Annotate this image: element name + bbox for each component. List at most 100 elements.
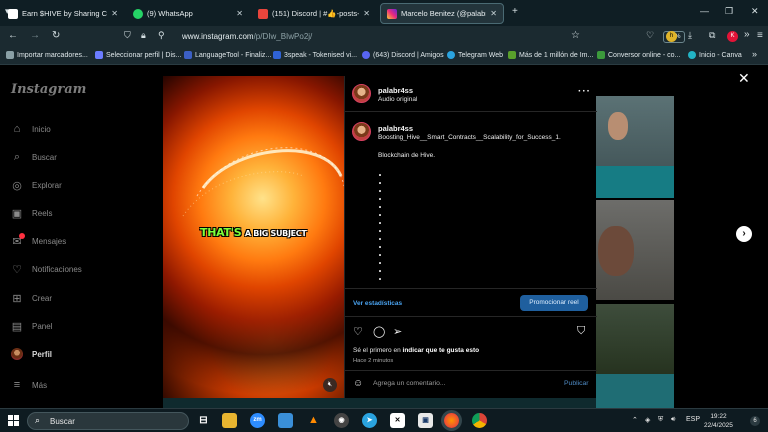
conversor-icon <box>597 51 605 59</box>
caption-avatar[interactable] <box>352 122 371 141</box>
tab-whatsapp[interactable]: (9) WhatsApp ✕ <box>127 3 249 24</box>
notifications-badge[interactable]: 6 <box>750 416 760 426</box>
app-icon[interactable]: ▣ <box>418 413 433 428</box>
store-icon[interactable] <box>278 413 293 428</box>
view-stats-link[interactable]: Ver estadísticas <box>353 300 402 307</box>
like-link[interactable]: indicar que te gusta esto <box>403 347 480 354</box>
capcut-icon[interactable]: ✕ <box>390 413 405 428</box>
save-bookmark-icon[interactable]: ⛉ <box>577 325 585 338</box>
tray-security-icon[interactable]: ⛨ <box>658 416 663 424</box>
publish-button[interactable]: Publicar <box>564 380 589 387</box>
telegram-app-icon[interactable]: ➤ <box>362 413 377 428</box>
tab-hive[interactable]: Earn $HIVE by Sharing Content ✕ <box>2 3 124 24</box>
bookmark-languagetool[interactable]: LanguageTool - Finaliz... <box>184 51 271 59</box>
audio-label[interactable]: Audio original <box>378 96 417 103</box>
nav-dashboard[interactable]: ▤ Panel <box>11 320 53 333</box>
clock[interactable]: 19:22 22/4/2025 <box>704 412 733 430</box>
bookmarks-overflow-icon[interactable]: » <box>752 49 757 59</box>
nav-more[interactable]: ≡ Más <box>11 379 47 391</box>
tray-speaker-icon[interactable]: 🔊︎ <box>671 416 675 424</box>
video-caption: THAT'S A BIG SUBJECT <box>200 226 307 239</box>
minimize-icon[interactable]: — <box>700 6 709 16</box>
languagetool-icon <box>184 51 192 59</box>
downloads-icon[interactable]: ⤓ <box>688 30 692 41</box>
close-tab-icon[interactable]: ✕ <box>111 9 118 18</box>
more-options-icon[interactable]: ··· <box>578 86 591 97</box>
address-bar[interactable]: www.instagram.com/p/DIw_BIwPo2j/ 90% <box>118 29 685 45</box>
new-tab-icon[interactable]: + <box>512 6 518 17</box>
maximize-icon[interactable]: ❐ <box>725 6 733 17</box>
taskbar-search[interactable]: ⌕ Buscar <box>27 412 189 430</box>
close-icon[interactable]: ✕ <box>738 70 750 87</box>
nav-reels[interactable]: ▣ Reels <box>11 207 53 220</box>
author-username[interactable]: palabr4ss <box>378 86 413 95</box>
tab-discord[interactable]: (151) Discord | #👍-posts-votar ✕ <box>252 3 376 24</box>
caption-username[interactable]: palabr4ss <box>378 124 413 133</box>
bookmark-star-icon[interactable]: ☆ <box>571 30 580 41</box>
extension-yellow-icon[interactable]: h <box>666 31 677 42</box>
emoji-icon[interactable]: ☺ <box>353 378 363 389</box>
caption-text: Blockchain de Hive. <box>378 152 436 159</box>
comment-icon[interactable]: ◯ <box>373 325 385 338</box>
bookmark-discord[interactable]: (643) Discord | Amigos <box>362 51 444 59</box>
browser-nav-bar: ← → ↻ ⛉ 🔒︎ ⚲ www.instagram.com/p/DIw_BIw… <box>0 26 768 48</box>
bookmark-seleccionar[interactable]: Seleccionar perfil | Dis... <box>95 51 181 59</box>
caption-dot <box>379 190 381 192</box>
zoom-app-icon[interactable]: zm <box>250 413 265 428</box>
input-language[interactable]: ESP <box>686 416 700 423</box>
back-icon[interactable]: ← <box>8 30 18 41</box>
reload-icon[interactable]: ↻ <box>52 30 60 41</box>
windows-taskbar: ⌕ Buscar ⊟ zm ▲ ◉ ➤ ✕ ▣ ⌃ ◈ ⛨ 🔊︎ ESP 19:… <box>0 408 768 432</box>
bookmark-telegram[interactable]: Telegram Web <box>447 51 503 59</box>
tray-chevron-icon[interactable]: ⌃ <box>632 416 638 424</box>
nav-profile[interactable]: Perfil <box>11 348 52 360</box>
nav-create[interactable]: ⊞ Crear <box>11 292 52 305</box>
comment-input[interactable]: Agrega un comentario... <box>373 380 446 387</box>
close-tab-icon[interactable]: ✕ <box>363 9 370 18</box>
forward-icon[interactable]: → <box>30 30 40 41</box>
extensions-icon[interactable]: ⧉ <box>709 30 715 41</box>
windows-start-icon[interactable] <box>8 415 19 426</box>
share-send-icon[interactable]: ➢ <box>393 325 402 338</box>
url-text[interactable]: www.instagram.com/p/DIw_BIwPo2j/ <box>182 32 312 41</box>
vlc-icon[interactable]: ▲ <box>306 413 321 428</box>
file-explorer-icon[interactable] <box>222 413 237 428</box>
instagram-logo[interactable]: Instagram <box>11 82 86 97</box>
close-tab-icon[interactable]: ✕ <box>490 9 497 18</box>
task-view-icon[interactable]: ⊟ <box>196 413 211 428</box>
author-avatar[interactable] <box>352 84 371 103</box>
nav-search[interactable]: ⌕ Buscar <box>11 151 57 163</box>
bookmark-canva[interactable]: Inicio - Canva <box>688 51 742 59</box>
nav-notifications[interactable]: ♡ Notificaciones <box>11 263 82 276</box>
bookmark-3speak[interactable]: 3speak - Tokenised vi... <box>273 51 357 59</box>
nav-explore[interactable]: ◎ Explorar <box>11 179 62 192</box>
bookmark-images[interactable]: Más de 1 millón de Im... <box>508 51 593 59</box>
tray-app-icon[interactable]: ◈ <box>645 416 650 424</box>
bookmark-import[interactable]: Importar marcadores... <box>6 51 88 59</box>
instagram-favicon <box>387 8 397 19</box>
chevron-right-icon[interactable]: › <box>736 226 752 242</box>
firefox-icon[interactable] <box>444 413 459 428</box>
close-tab-icon[interactable]: ✕ <box>236 9 243 18</box>
caption-dot <box>379 198 381 200</box>
menu-icon[interactable]: ≡ <box>757 30 763 41</box>
bookmarks-bar: Importar marcadores... Seleccionar perfi… <box>0 48 768 65</box>
bookmark-conversor[interactable]: Conversor online - co... <box>597 51 680 59</box>
pocket-icon[interactable]: ♡ <box>646 30 654 41</box>
obs-icon[interactable]: ◉ <box>334 413 349 428</box>
chrome-icon[interactable] <box>472 413 487 428</box>
background-tile <box>596 374 674 408</box>
like-heart-icon[interactable]: ♡ <box>353 325 363 338</box>
nav-home[interactable]: ⌂ Inicio <box>11 123 51 135</box>
import-icon <box>6 51 14 59</box>
tab-instagram[interactable]: Marcelo Benitez (@palabr4ss) • ✕ <box>380 3 504 24</box>
discord-icon <box>362 51 370 59</box>
promote-reel-button[interactable]: Promocionar reel <box>520 295 588 311</box>
hive-extension-icon[interactable]: K <box>727 31 738 42</box>
close-window-icon[interactable]: ✕ <box>751 6 759 17</box>
reel-video[interactable]: THAT'S A BIG SUBJECT 🔇︎ <box>163 76 344 398</box>
overflow-chevron-icon[interactable]: » <box>744 29 750 40</box>
tab-label: (151) Discord | #👍-posts-votar <box>272 9 359 18</box>
taskbar-search-label: Buscar <box>50 417 75 426</box>
mute-icon[interactable]: 🔇︎ <box>323 378 337 392</box>
